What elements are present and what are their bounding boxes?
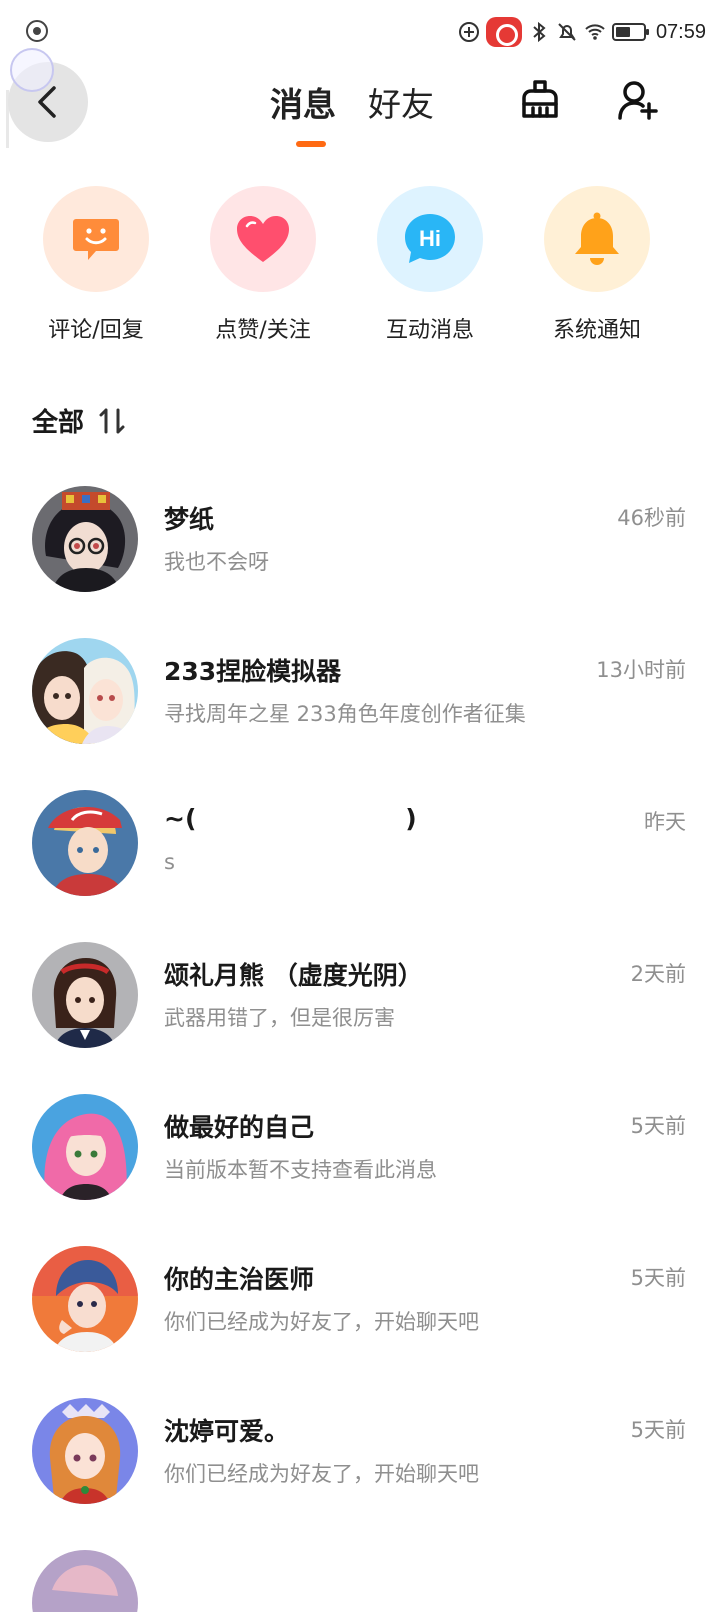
contact-name: 颂礼月熊 （虚度光阴）	[164, 961, 423, 990]
broom-icon[interactable]	[518, 78, 562, 122]
hi-icon-text: Hi	[419, 226, 441, 251]
bell-icon	[575, 212, 619, 265]
quick-notifications-label: 系统通知	[552, 318, 641, 343]
quick-notifications[interactable]: 系统通知	[511, 186, 683, 344]
message-time: 5天前	[630, 1114, 686, 1138]
list-item[interactable]: 颂礼月熊 （虚度光阴） 武器用错了，但是很厉害 2天前	[0, 942, 720, 1050]
section-title: 全部	[32, 408, 85, 438]
tab-messages[interactable]: 消息	[270, 78, 336, 126]
message-time: 5天前	[630, 1418, 686, 1442]
list-item[interactable]: 梦纸 我也不会呀 46秒前	[0, 486, 720, 594]
quick-comments-label: 评论/回复	[48, 318, 144, 343]
contact-name: 梦纸	[164, 505, 215, 534]
status-bar: 07:59	[0, 0, 720, 64]
quick-interactions-label: 互动消息	[385, 318, 474, 343]
avatar[interactable]	[32, 1550, 138, 1612]
contact-name: 233捏脸模拟器	[164, 657, 342, 686]
contact-name: 做最好的自己	[164, 1113, 315, 1142]
heart-icon	[237, 216, 289, 262]
quick-notifications-circle	[544, 186, 650, 292]
contact-name: 你的主治医师	[164, 1265, 315, 1294]
message-preview: 你们已经成为好友了，开始聊天吧	[164, 1310, 479, 1334]
message-time: 13小时前	[596, 658, 686, 682]
comment-smile-icon	[73, 219, 119, 260]
message-preview: 武器用错了，但是很厉害	[164, 1006, 395, 1030]
quick-interactions-circle: Hi	[377, 186, 483, 292]
add-friend-icon[interactable]	[616, 78, 660, 122]
header-tabs: 消息 好友	[270, 78, 434, 126]
list-item-partial[interactable]	[0, 1550, 720, 1612]
avatar[interactable]	[32, 942, 138, 1048]
list-item[interactable]: 做最好的自己 当前版本暂不支持查看此消息 5天前	[0, 1094, 720, 1202]
battery-icon	[611, 23, 649, 41]
list-item[interactable]: 沈婷可爱。 你们已经成为好友了，开始聊天吧 5天前	[0, 1398, 720, 1506]
avatar[interactable]	[32, 790, 138, 896]
hi-bubble-icon: Hi	[405, 214, 455, 263]
quick-interactions[interactable]: Hi 互动消息	[344, 186, 516, 344]
message-preview: s	[164, 850, 175, 874]
message-time: 46秒前	[617, 506, 686, 530]
bluetooth-icon	[533, 21, 546, 43]
section-header: 全部	[32, 402, 126, 439]
list-item[interactable]: ~( ) s 昨天	[0, 790, 720, 898]
list-item[interactable]: 233捏脸模拟器 寻找周年之星 233角色年度创作者征集 13小时前	[0, 638, 720, 746]
avatar[interactable]	[32, 638, 138, 744]
sort-icon[interactable]	[98, 406, 126, 436]
avatar[interactable]	[32, 1246, 138, 1352]
screen-record-icon	[26, 20, 48, 42]
quick-likes-circle	[210, 186, 316, 292]
recording-icon	[485, 17, 522, 47]
add-circle-icon	[458, 22, 479, 42]
message-time: 5天前	[630, 1266, 686, 1290]
contact-name: 沈婷可爱。	[164, 1417, 290, 1446]
wifi-icon	[585, 24, 605, 40]
touch-indicator	[10, 48, 54, 92]
quick-likes[interactable]: 点赞/关注	[177, 186, 349, 344]
quick-likes-label: 点赞/关注	[215, 318, 311, 343]
tab-friends[interactable]: 好友	[368, 78, 434, 126]
message-time: 昨天	[644, 810, 686, 834]
avatar[interactable]	[32, 1094, 138, 1200]
message-preview: 我也不会呀	[164, 550, 269, 574]
quick-comments-circle	[43, 186, 149, 292]
quick-comments[interactable]: 评论/回复	[10, 186, 182, 344]
message-time: 2天前	[630, 962, 686, 986]
message-preview: 寻找周年之星 233角色年度创作者征集	[164, 702, 526, 726]
contact-name: ~( )	[164, 804, 417, 833]
active-tab-indicator	[296, 141, 326, 147]
avatar[interactable]	[32, 486, 138, 592]
message-preview: 当前版本暂不支持查看此消息	[164, 1158, 437, 1182]
avatar[interactable]	[32, 1398, 138, 1504]
mute-icon	[558, 23, 576, 41]
status-time: 07:59	[655, 20, 706, 43]
list-item[interactable]: 你的主治医师 你们已经成为好友了，开始聊天吧 5天前	[0, 1246, 720, 1354]
message-preview: 你们已经成为好友了，开始聊天吧	[164, 1462, 479, 1486]
